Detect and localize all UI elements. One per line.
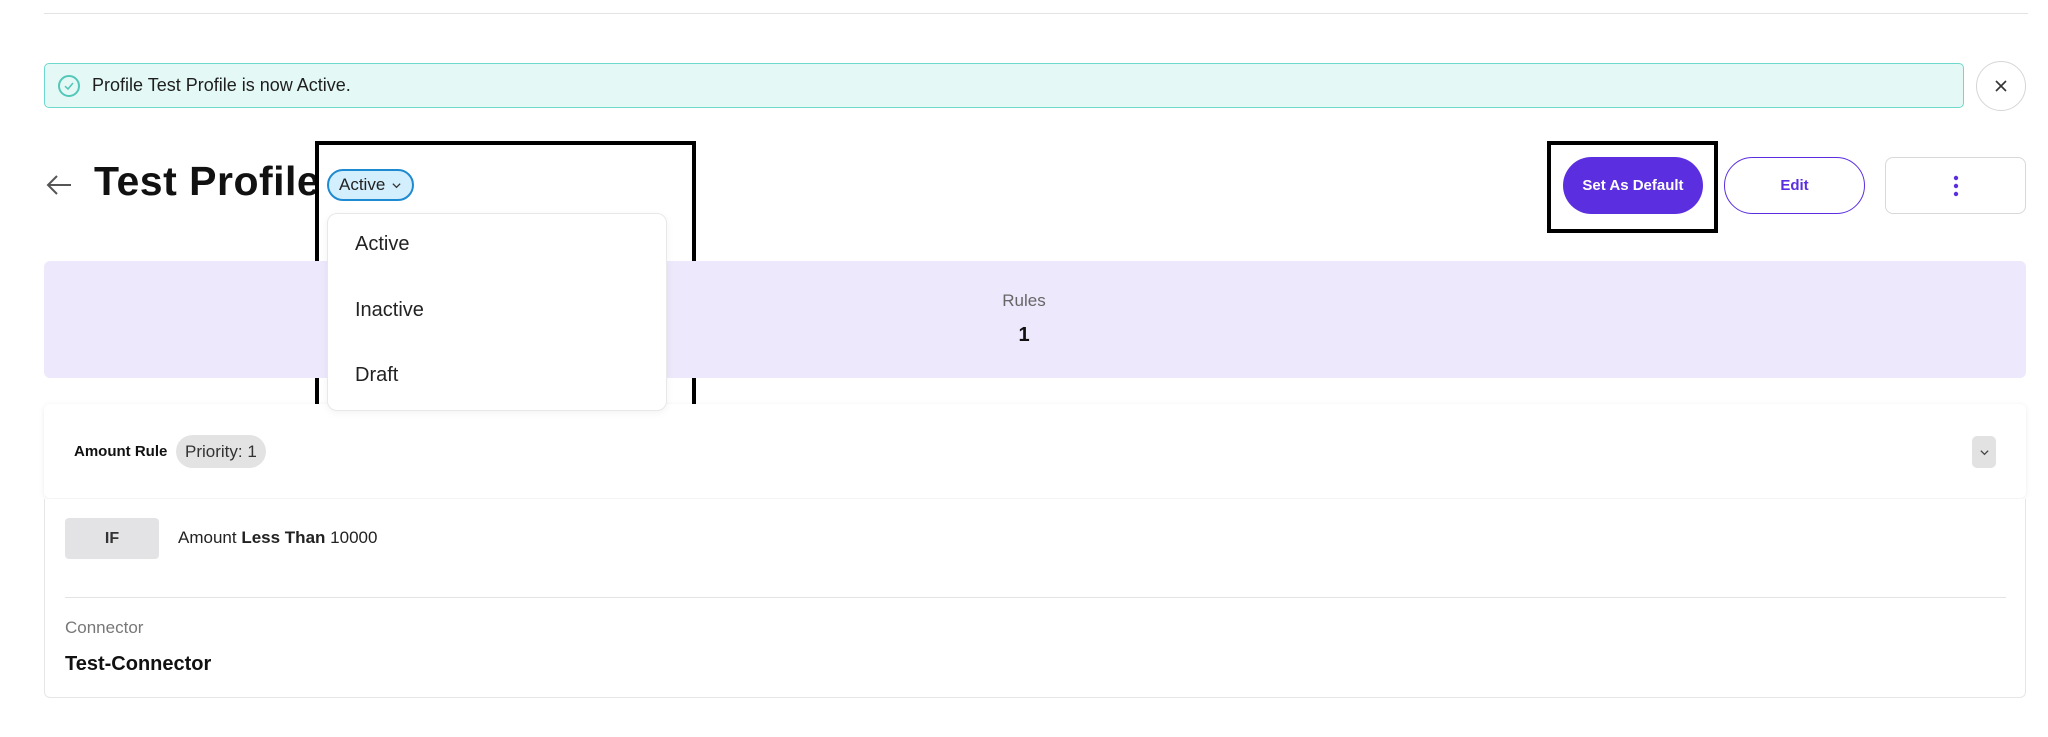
condition-field: Amount xyxy=(178,528,237,547)
status-option-inactive[interactable]: Inactive xyxy=(355,299,424,322)
status-chip-label: Active xyxy=(339,175,386,194)
status-dropdown-toggle[interactable]: Active xyxy=(327,169,415,201)
close-alert-button[interactable] xyxy=(1976,61,2026,111)
chevron-down-icon xyxy=(392,182,401,188)
status-dropdown-menu: Active Inactive Draft xyxy=(327,213,667,411)
status-option-active[interactable]: Active xyxy=(355,233,409,256)
if-keyword-badge: IF xyxy=(65,518,159,559)
priority-badge: Priority: 1 xyxy=(176,435,266,468)
rules-summary-label: Rules xyxy=(1002,291,1046,310)
more-options-button[interactable] xyxy=(1885,157,2026,214)
rule-collapse-button[interactable] xyxy=(1972,436,1996,468)
check-circle-icon xyxy=(58,74,80,97)
close-icon xyxy=(1995,80,2007,92)
connector-value: Test-Connector xyxy=(65,653,212,675)
rule-card-header[interactable] xyxy=(44,404,2026,498)
alert-message: Profile Test Profile is now Active. xyxy=(92,75,351,95)
connector-label: Connector xyxy=(65,618,144,637)
rule-condition: Amount Less Than 10000 xyxy=(178,528,377,548)
chevron-down-icon xyxy=(1979,449,1989,455)
condition-operator: Less Than xyxy=(241,528,326,547)
status-option-draft[interactable]: Draft xyxy=(355,364,398,387)
rule-body-divider xyxy=(65,597,2006,598)
set-as-default-button[interactable]: Set As Default xyxy=(1563,157,1703,214)
page-title: Test Profile xyxy=(94,158,321,204)
vertical-dots-icon xyxy=(1953,175,1958,196)
back-arrow-icon[interactable] xyxy=(44,170,74,200)
edit-button[interactable]: Edit xyxy=(1724,157,1865,214)
success-alert: Profile Test Profile is now Active. xyxy=(44,63,1964,108)
rules-summary-count: 1 xyxy=(1018,324,1030,346)
rule-name: Amount Rule xyxy=(74,443,168,460)
condition-value: 10000 xyxy=(330,528,378,547)
top-divider xyxy=(44,13,2028,14)
